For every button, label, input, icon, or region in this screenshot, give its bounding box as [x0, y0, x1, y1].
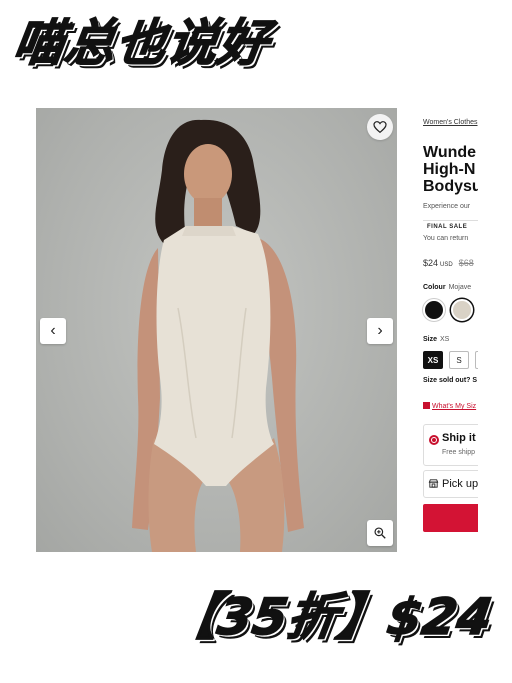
ship-it-subtitle: Free shipp — [442, 449, 476, 456]
previous-image-button[interactable]: ‹ — [40, 318, 66, 344]
product-title-line: Bodysu — [423, 178, 478, 195]
size-option-xs[interactable]: XS — [423, 351, 443, 369]
add-to-bag-button[interactable] — [423, 504, 478, 532]
headline-overlay: 喵总也说好 — [9, 13, 274, 73]
sale-price: $24 — [423, 258, 439, 268]
size-label: Size XS — [423, 336, 449, 343]
pickup-option[interactable]: Pick up — [423, 470, 478, 498]
size-option-s[interactable]: S — [449, 351, 469, 369]
product-description: Experience our — [423, 203, 471, 210]
breadcrumb[interactable]: Women's Clothes — [423, 119, 478, 126]
size-guide-link[interactable]: What's My Siz — [423, 402, 476, 410]
colour-label: Colour Mojave — [423, 284, 471, 291]
next-image-button[interactable]: › — [367, 318, 393, 344]
currency: USD — [440, 262, 453, 268]
radio-selected-icon — [429, 435, 439, 445]
store-icon — [428, 479, 439, 488]
colour-label-text: Colour — [423, 284, 446, 291]
ruler-icon — [423, 402, 430, 409]
ship-it-option[interactable]: Ship it Free shipp — [423, 424, 478, 466]
pickup-label: Pick up — [442, 478, 478, 490]
ship-it-title: Ship it — [442, 432, 476, 444]
price: $24 USD $68 — [423, 258, 474, 268]
size-value: XS — [440, 336, 450, 343]
product-title-line: High-N — [423, 161, 476, 178]
product-photo: ‹ › — [36, 108, 397, 552]
chevron-left-icon: ‹ — [50, 322, 56, 339]
size-guide-text: What's My Siz — [432, 403, 477, 410]
favorite-button[interactable] — [367, 114, 393, 140]
size-sold-out-link[interactable]: Size sold out? S — [423, 377, 477, 384]
product-title: Wunde High-N Bodysu — [423, 144, 478, 195]
zoom-in-icon — [374, 527, 386, 539]
zoom-button[interactable] — [367, 520, 393, 546]
return-note: You can return — [423, 235, 469, 242]
heart-outline-icon — [373, 121, 387, 134]
original-price: $68 — [458, 258, 474, 268]
model-image — [132, 119, 304, 552]
colour-value: Mojave — [448, 284, 472, 291]
product-page-screenshot: ‹ › Women's Clothes Wunde High-N Bodysu … — [36, 108, 478, 552]
deal-overlay: 【35折】$24 — [163, 587, 497, 647]
product-title-line: Wunde — [423, 144, 477, 161]
size-label-text: Size — [423, 336, 438, 343]
size-option-m[interactable] — [475, 351, 478, 369]
product-details-panel: Women's Clothes Wunde High-N Bodysu Expe… — [416, 108, 478, 552]
final-sale-badge: FINAL SALE — [423, 220, 478, 236]
chevron-right-icon: › — [377, 322, 383, 339]
swatch-mojave[interactable] — [451, 299, 473, 321]
swatch-black[interactable] — [423, 299, 445, 321]
